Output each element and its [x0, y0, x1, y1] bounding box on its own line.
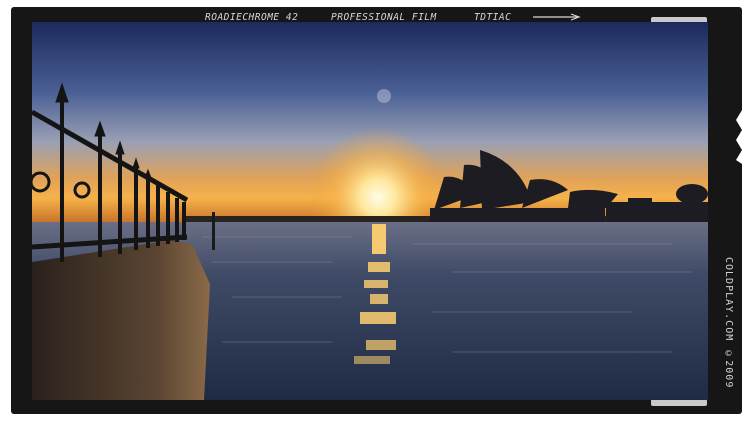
photo-scene	[32, 22, 708, 400]
lens-flare	[377, 89, 391, 103]
sunset-photo	[32, 22, 708, 400]
side-caption: COLDPLAY.COM ©2009	[723, 257, 734, 389]
arrow-right-icon	[533, 13, 581, 21]
channel-marker	[212, 212, 215, 250]
stone-sea-wall	[32, 240, 210, 400]
film-notch-bottom	[651, 399, 707, 406]
film-edge-notch	[736, 110, 742, 164]
